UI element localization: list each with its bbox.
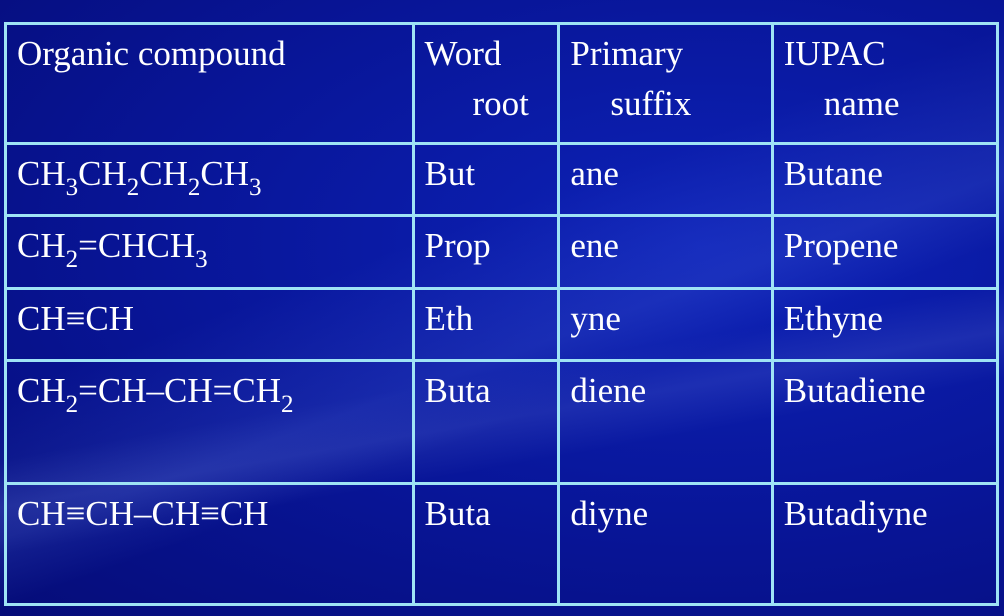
formula-subscript: 2 — [65, 246, 79, 273]
header-label: root — [472, 84, 529, 123]
cell-primary-suffix: ene — [557, 214, 774, 290]
table-row: CH≡CH Eth yne Ethyne — [4, 287, 1000, 362]
chemical-formula: CH3CH2CH2CH3 — [17, 154, 262, 201]
header-label: suffix — [610, 84, 692, 123]
table-row: CH≡CH–CH≡CH Buta diyne Butadiyne — [4, 482, 1000, 606]
cell-iupac-name: Butadiene — [770, 359, 1000, 485]
cell-iupac-name: Ethyne — [770, 287, 1000, 362]
cell-primary-suffix: diyne — [557, 482, 774, 606]
table-row: CH2=CHCH3 Prop ene Propene — [4, 214, 1000, 290]
chemical-formula: CH≡CH — [17, 299, 134, 338]
cell-iupac-name: Propene — [770, 214, 1000, 290]
header-label: IUPAC — [783, 34, 886, 73]
header-organic-compound: Organic compound — [4, 22, 415, 145]
table-header-row: Organic compound Word root Primary suffi… — [4, 22, 1000, 145]
table-row: CH3CH2CH2CH3 But ane Butane — [4, 142, 1000, 217]
formula-subscript: 2 — [126, 174, 140, 201]
cell-compound: CH2=CHCH3 — [4, 214, 415, 290]
cell-compound: CH3CH2CH2CH3 — [4, 142, 415, 217]
chemical-formula: CH≡CH–CH≡CH — [17, 494, 269, 533]
cell-compound: CH≡CH–CH≡CH — [4, 482, 415, 606]
header-iupac-name: IUPAC name — [770, 22, 1000, 145]
cropped-title-fragment — [0, 0, 1004, 22]
formula-subscript: 3 — [195, 246, 208, 273]
cell-compound: CH2=CH–CH=CH2 — [4, 359, 415, 485]
formula-subscript: 3 — [65, 174, 79, 201]
cell-primary-suffix: ane — [557, 142, 774, 217]
formula-subscript: 3 — [249, 174, 262, 201]
formula-subscript: 2 — [187, 174, 201, 201]
cell-word-root: Prop — [411, 214, 561, 290]
nomenclature-table: Organic compound Word root Primary suffi… — [4, 22, 1000, 606]
table-row: CH2=CH–CH=CH2 Buta diene Butadiene — [4, 359, 1000, 485]
cell-word-root: Eth — [411, 287, 561, 362]
header-label: name — [823, 84, 900, 123]
header-label: Primary — [570, 34, 684, 73]
cell-word-root: Buta — [411, 359, 561, 485]
cell-primary-suffix: diene — [557, 359, 774, 485]
formula-subscript: 2 — [65, 391, 79, 418]
cell-iupac-name: Butane — [770, 142, 1000, 217]
header-word-root: Word root — [411, 22, 561, 145]
cell-iupac-name: Butadiyne — [770, 482, 1000, 606]
cell-compound: CH≡CH — [4, 287, 415, 362]
header-primary-suffix: Primary suffix — [557, 22, 774, 145]
header-label: Organic compound — [17, 34, 286, 73]
cell-word-root: Buta — [411, 482, 561, 606]
cell-primary-suffix: yne — [557, 287, 774, 362]
header-label: Word — [424, 34, 502, 73]
cell-word-root: But — [411, 142, 561, 217]
chemical-formula: CH2=CH–CH=CH2 — [17, 371, 294, 418]
chemical-formula: CH2=CHCH3 — [17, 226, 208, 273]
formula-subscript: 2 — [280, 391, 294, 418]
